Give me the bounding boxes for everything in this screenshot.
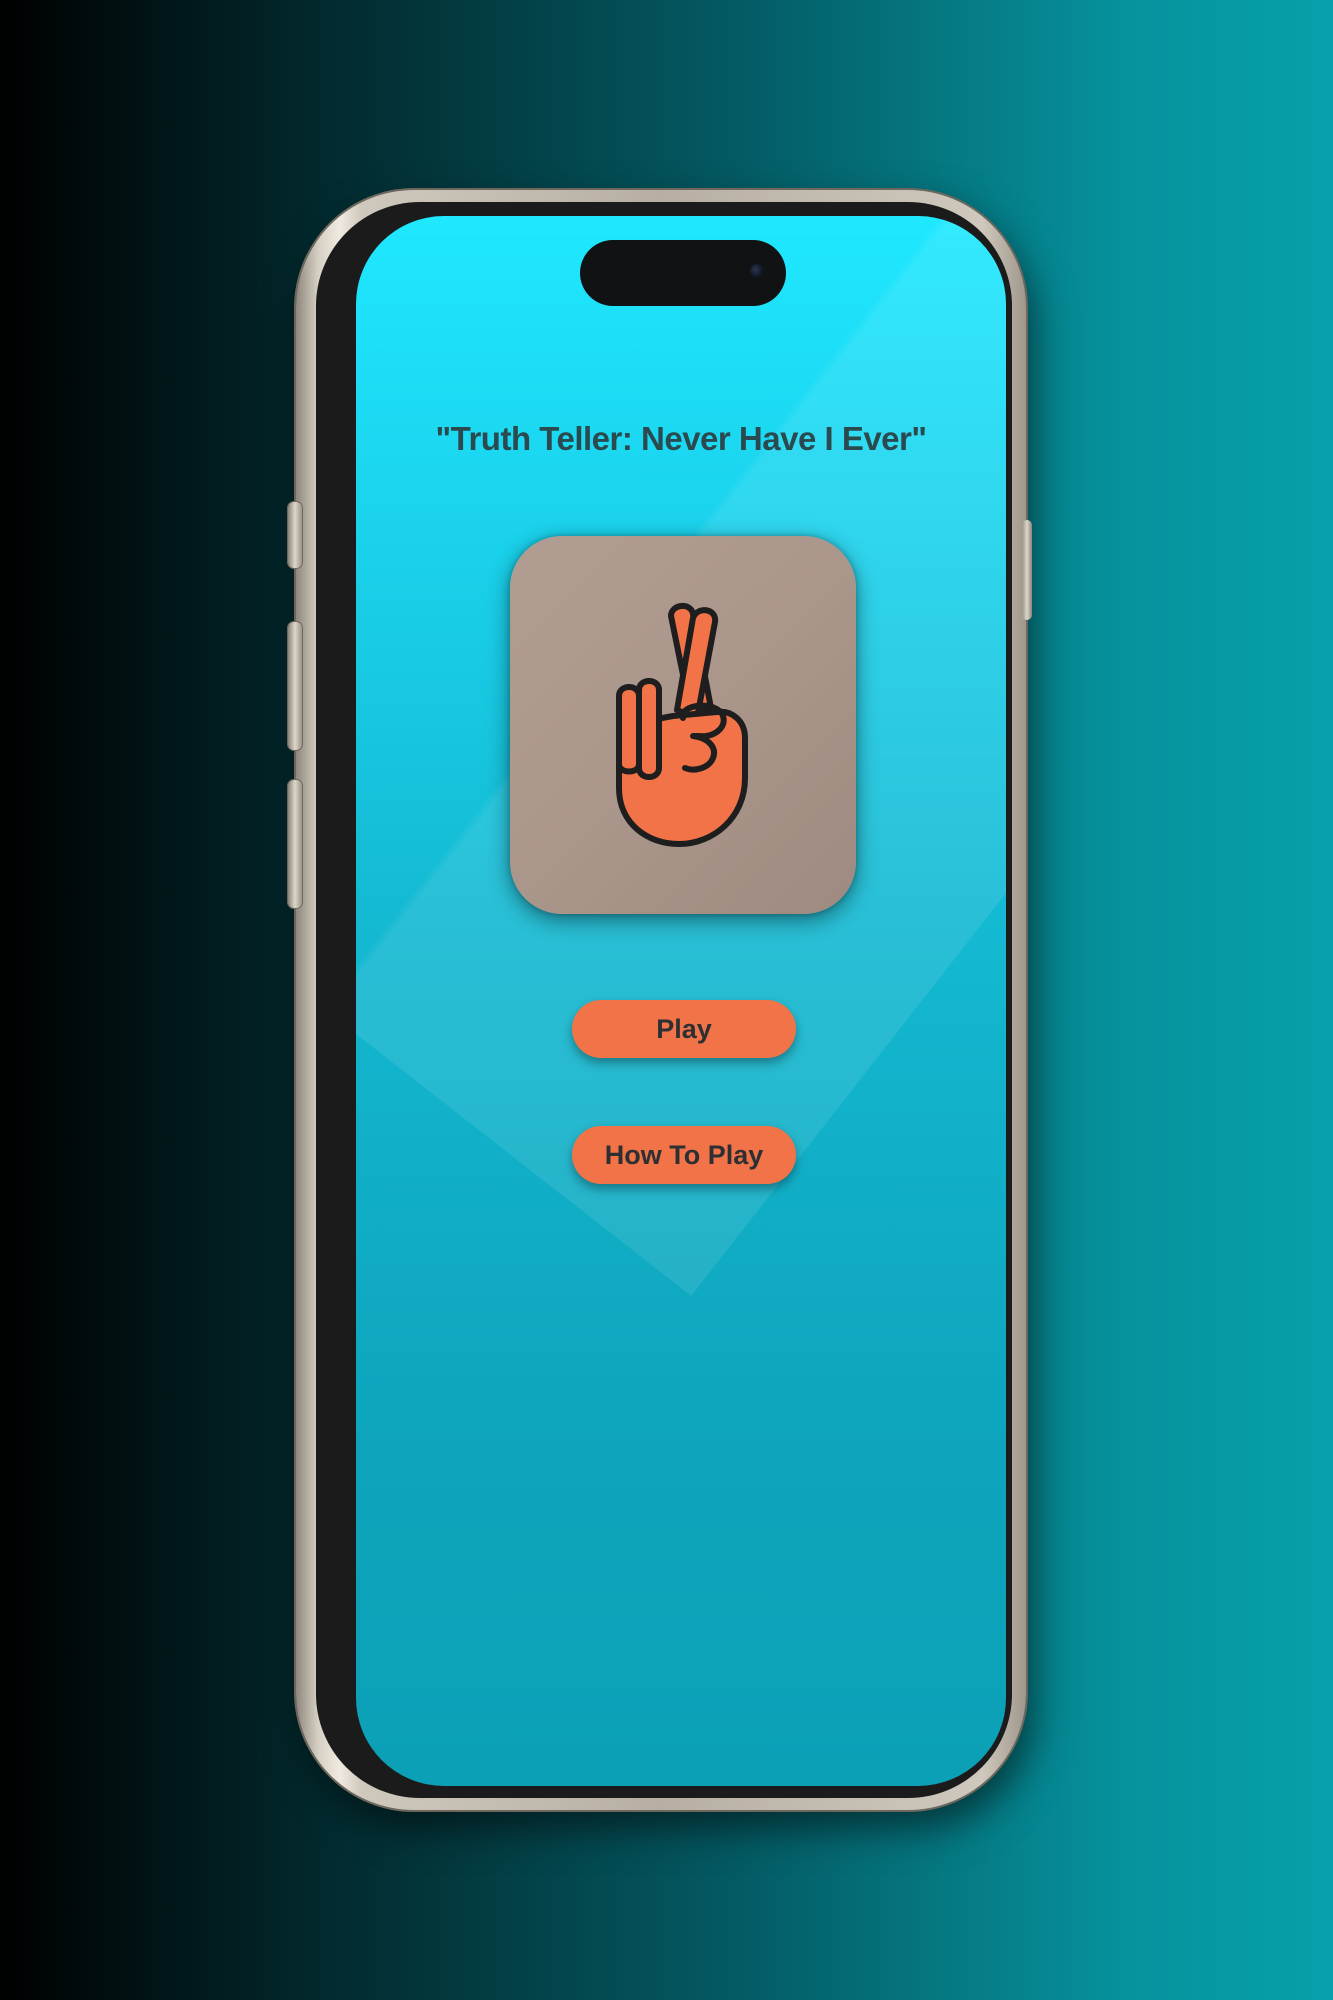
play-button[interactable]: Play — [572, 1000, 796, 1058]
action-button — [288, 502, 302, 568]
front-camera-icon — [750, 264, 764, 278]
crossed-fingers-icon — [616, 603, 748, 847]
app-screen: "Truth Teller: Never Have I Ever" Play H… — [356, 216, 1006, 1786]
power-button — [1022, 520, 1032, 620]
app-title: "Truth Teller: Never Have I Ever" — [435, 420, 927, 457]
volume-up-button — [288, 622, 302, 750]
dynamic-island — [580, 240, 786, 306]
app-logo — [510, 536, 856, 914]
volume-down-button — [288, 780, 302, 908]
how-to-play-button[interactable]: How To Play — [572, 1126, 796, 1184]
